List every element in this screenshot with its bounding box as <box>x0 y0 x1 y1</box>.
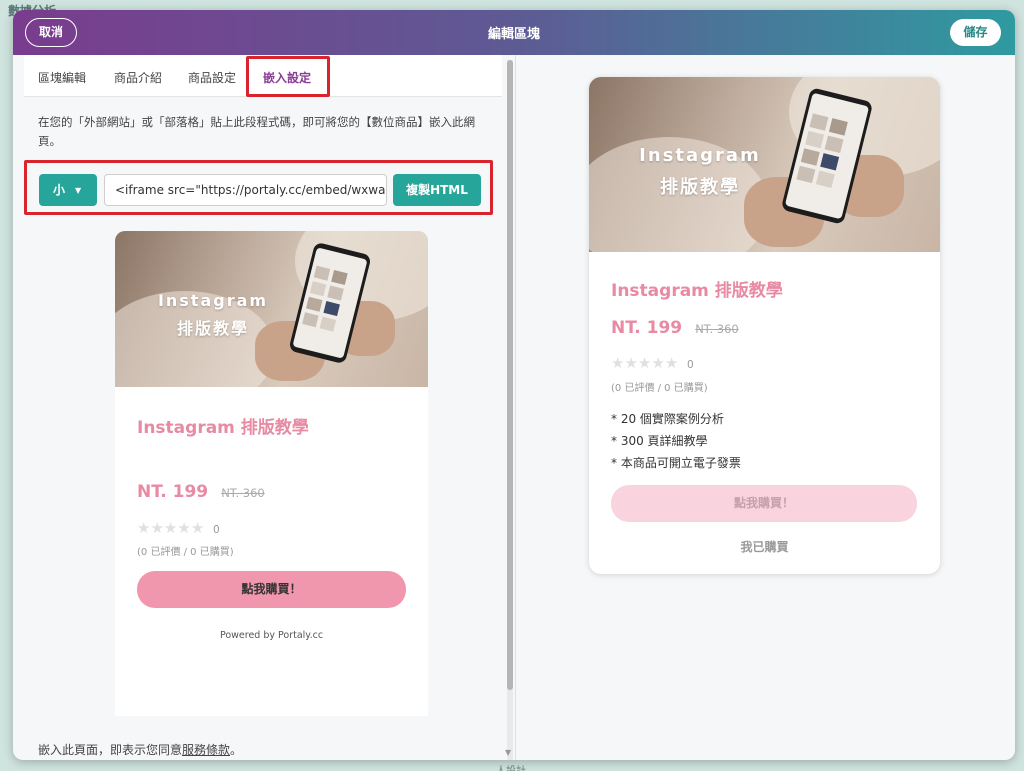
tab-product-settings[interactable]: 商品設定 <box>188 69 236 86</box>
product-title: Instagram 排版教學 <box>611 281 783 301</box>
star-icon: ★ <box>637 354 652 372</box>
embed-description: 在您的「外部網站」或「部落格」貼上此段程式碼，即可將您的【數位商品】嵌入此網頁。 <box>38 115 475 148</box>
tab-product-intro[interactable]: 商品介紹 <box>114 69 162 86</box>
highlight-box-tab <box>246 56 330 97</box>
panel-divider <box>515 55 516 760</box>
product-price: NT. 199 <box>611 318 683 338</box>
rating-stars: ★★★★★ 0 <box>611 354 694 372</box>
rating-value: 0 <box>213 524 220 536</box>
rating-value: 0 <box>687 359 694 371</box>
terms-prefix: 嵌入此頁面，即表示您同意 <box>38 743 183 757</box>
caret-down-icon: ▼ <box>75 186 82 195</box>
rating-stars: ★★★★★ 0 <box>137 519 220 537</box>
terms-notice: 嵌入此頁面，即表示您同意服務條款。 <box>38 741 242 758</box>
star-icon: ★ <box>163 519 178 537</box>
product-preview-card: Instagram 排版教學 Instagram 排版教學 NT. 199 NT… <box>589 77 940 574</box>
size-dropdown-label: 小 <box>53 183 66 197</box>
save-button[interactable]: 儲存 <box>950 19 1001 46</box>
tab-block-edit[interactable]: 區塊編輯 <box>38 69 86 86</box>
star-icon: ★ <box>624 354 638 372</box>
star-icon: ★ <box>177 519 191 537</box>
price-row: NT. 199 NT. 360 <box>611 318 739 338</box>
scroll-down-icon[interactable]: ▼ <box>505 748 511 757</box>
star-icon: ★ <box>664 354 679 372</box>
buy-button[interactable]: 點我購買！ <box>137 571 406 608</box>
terms-suffix: 。 <box>230 743 243 757</box>
buy-button-disabled[interactable]: 點我購買！ <box>611 485 917 522</box>
rating-summary: (0 已評價 / 0 已購買) <box>137 547 234 558</box>
feature-item: * 300 頁詳細教學 <box>611 434 708 448</box>
modal-header: 取消 編輯區塊 儲存 <box>13 10 1015 55</box>
star-icon: ★ <box>651 354 665 372</box>
tab-bar: 區塊編輯 商品介紹 商品設定 嵌入設定 <box>24 55 502 97</box>
star-icon: ★ <box>150 519 164 537</box>
hero-text-line1: Instagram <box>157 291 269 310</box>
embed-preview-card: Instagram 排版教學 Instagram 排版教學 NT. 199 NT… <box>115 231 428 716</box>
rating-summary: (0 已評價 / 0 已購買) <box>611 383 708 394</box>
feature-item: * 本商品可開立電子發票 <box>611 456 741 470</box>
product-price: NT. 199 <box>137 482 209 502</box>
background-bottom-label: 人設計 <box>496 762 526 771</box>
feature-item: * 20 個實際案例分析 <box>611 412 724 426</box>
embed-code-input[interactable]: <iframe src="https://portaly.cc/embed/wx… <box>104 174 387 206</box>
original-price: NT. 360 <box>221 486 265 500</box>
hero-text-line2: 排版教學 <box>176 319 249 338</box>
star-icon: ★ <box>611 354 625 372</box>
star-icon: ★ <box>190 519 205 537</box>
terms-link[interactable]: 服務條款 <box>182 743 230 757</box>
product-hero-image: Instagram 排版教學 <box>115 231 428 387</box>
already-bought-link[interactable]: 我已購買 <box>589 538 940 555</box>
product-title: Instagram 排版教學 <box>137 418 309 438</box>
hero-text-line1: Instagram <box>639 145 761 166</box>
edit-block-modal: 取消 編輯區塊 儲存 區塊編輯 商品介紹 商品設定 嵌入設定 在您的「外部網站」… <box>13 10 1015 760</box>
size-dropdown[interactable]: 小 ▼ <box>39 174 97 206</box>
left-editor-panel: 區塊編輯 商品介紹 商品設定 嵌入設定 在您的「外部網站」或「部落格」貼上此段程… <box>24 55 502 760</box>
price-row: NT. 199 NT. 360 <box>137 482 265 502</box>
original-price: NT. 360 <box>695 322 739 336</box>
modal-title: 編輯區塊 <box>487 27 540 42</box>
product-hero-image-large: Instagram 排版教學 <box>589 77 940 252</box>
copy-html-button[interactable]: 複製HTML <box>393 174 481 206</box>
star-icon: ★ <box>137 519 151 537</box>
powered-by: Powered by Portaly.cc <box>219 630 324 641</box>
hero-text-line2: 排版教學 <box>660 177 740 198</box>
scrollbar-thumb[interactable] <box>507 60 513 690</box>
